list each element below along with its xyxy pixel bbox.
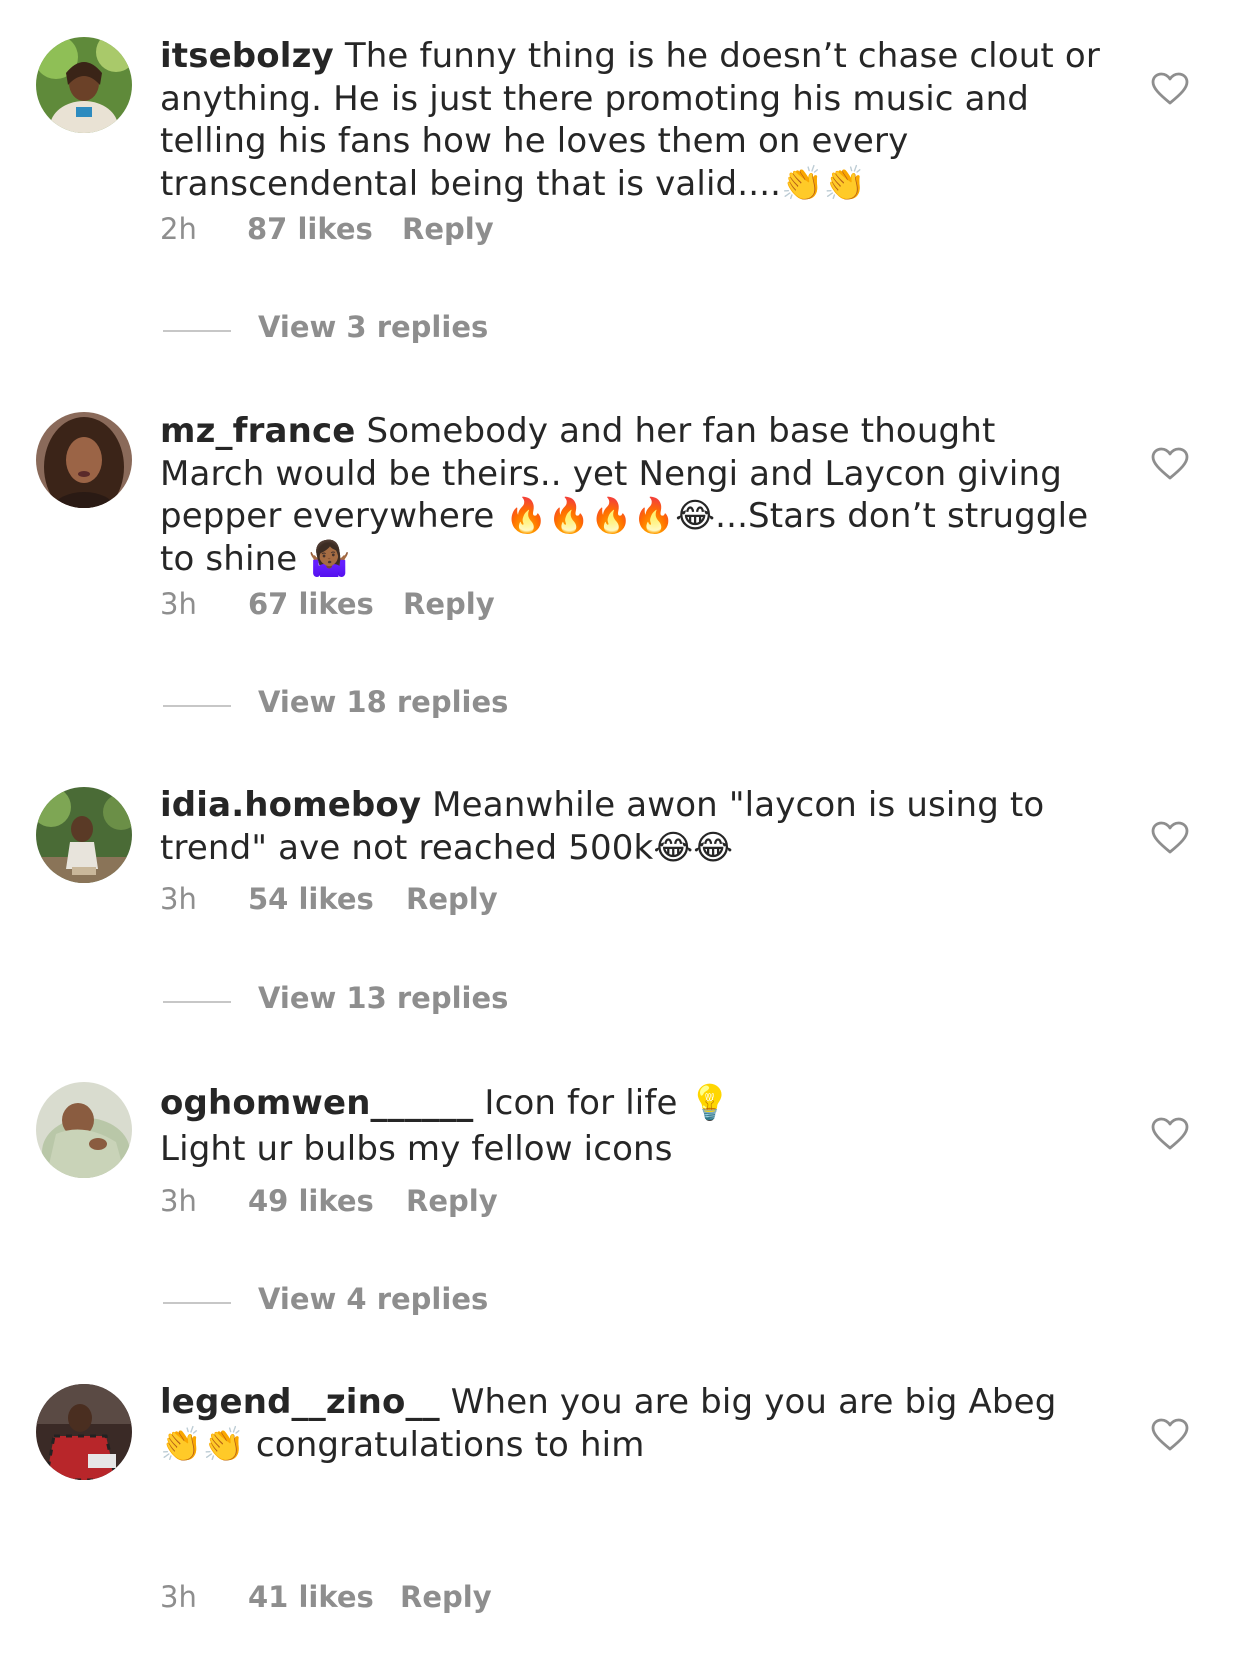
avatar-image	[36, 412, 132, 508]
like-button[interactable]	[1151, 821, 1189, 855]
comment-likes[interactable]: 54 likes	[248, 882, 374, 916]
like-button[interactable]	[1151, 1418, 1189, 1452]
avatar-image	[36, 787, 132, 883]
comment-text: oghomwen______ Icon for life 💡 Light ur …	[160, 1080, 1100, 1172]
heart-outline-icon	[1151, 1418, 1189, 1451]
reply-button[interactable]: Reply	[402, 212, 494, 246]
like-button[interactable]	[1151, 72, 1189, 106]
avatar[interactable]	[36, 787, 132, 883]
comment-time: 2h	[160, 212, 197, 246]
heart-outline-icon	[1151, 72, 1189, 105]
reply-button[interactable]: Reply	[406, 1184, 498, 1218]
comment-time: 3h	[160, 1184, 197, 1218]
comment-username[interactable]: oghomwen______	[160, 1083, 473, 1123]
avatar-image	[36, 1384, 132, 1480]
comment-likes[interactable]: 49 likes	[248, 1184, 374, 1218]
comment-username[interactable]: itsebolzy	[160, 36, 334, 76]
heart-outline-icon	[1151, 447, 1189, 480]
reply-button[interactable]: Reply	[406, 882, 498, 916]
avatar[interactable]	[36, 412, 132, 508]
comment-text: itsebolzy The funny thing is he doesn’t …	[160, 35, 1100, 205]
reply-button[interactable]: Reply	[400, 1580, 492, 1614]
heart-outline-icon	[1151, 1117, 1189, 1150]
comment-username[interactable]: idia.homeboy	[160, 785, 421, 825]
comment-text: legend__zino__ When you are big you are …	[160, 1381, 1100, 1466]
comment-time: 3h	[160, 882, 197, 916]
replies-divider	[163, 330, 231, 332]
view-replies-label: View 4 replies	[258, 1282, 489, 1316]
view-replies-label: View 3 replies	[258, 310, 489, 344]
reply-button[interactable]: Reply	[403, 587, 495, 621]
comment-likes[interactable]: 41 likes	[248, 1580, 374, 1614]
view-replies-label: View 13 replies	[258, 981, 509, 1015]
avatar[interactable]	[36, 1082, 132, 1178]
comment-username[interactable]: mz_france	[160, 411, 356, 451]
avatar-image	[36, 1082, 132, 1178]
replies-divider	[163, 1302, 231, 1304]
comment-likes[interactable]: 67 likes	[248, 587, 374, 621]
comment-time: 3h	[160, 587, 197, 621]
like-button[interactable]	[1151, 447, 1189, 481]
replies-divider	[163, 705, 231, 707]
comment-text: mz_france Somebody and her fan base thou…	[160, 410, 1100, 580]
comment-likes[interactable]: 87 likes	[247, 212, 373, 246]
comment-time: 3h	[160, 1580, 197, 1614]
heart-outline-icon	[1151, 821, 1189, 854]
avatar[interactable]	[36, 1384, 132, 1480]
avatar-image	[36, 37, 132, 133]
avatar[interactable]	[36, 37, 132, 133]
comment-username[interactable]: legend__zino__	[160, 1382, 440, 1422]
replies-divider	[163, 1001, 231, 1003]
comment-text: idia.homeboy Meanwhile awon "laycon is u…	[160, 784, 1100, 869]
like-button[interactable]	[1151, 1117, 1189, 1151]
view-replies-label: View 18 replies	[258, 685, 509, 719]
